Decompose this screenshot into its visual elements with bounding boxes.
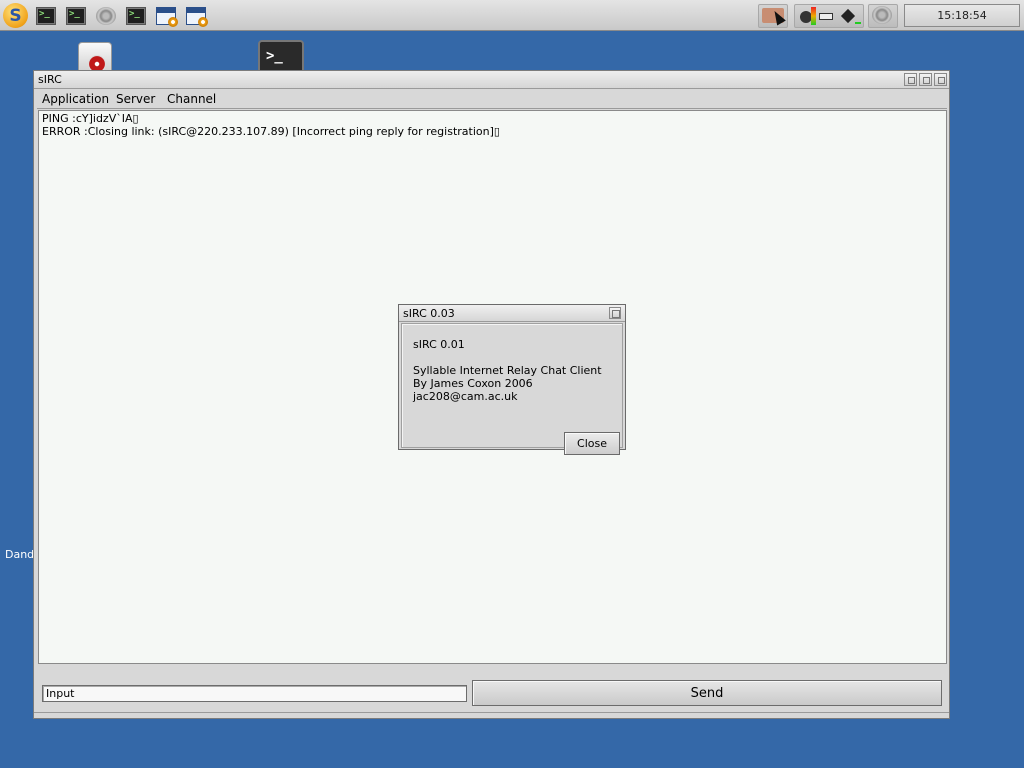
- output-line: PING :cY]idzV`IA▯: [42, 112, 139, 125]
- taskbar: S 15:18:54: [0, 0, 1024, 31]
- window-title: sIRC: [38, 73, 62, 86]
- terminal-desktop-icon[interactable]: >_: [258, 40, 304, 74]
- dialog-titlebar[interactable]: sIRC 0.03: [399, 305, 625, 322]
- window-bottom-border: [34, 712, 949, 718]
- close-button[interactable]: Close: [564, 432, 620, 455]
- syllable-menu-icon[interactable]: S: [3, 3, 28, 28]
- dialog-body: sIRC 0.01 Syllable Internet Relay Chat C…: [401, 323, 623, 455]
- window-titlebar[interactable]: sIRC: [34, 71, 949, 89]
- output-line: ERROR :Closing link: (sIRC@220.233.107.8…: [42, 125, 500, 138]
- description-text: Syllable Internet Relay Chat Client: [413, 364, 602, 377]
- preferences-launcher-icon[interactable]: [185, 5, 208, 27]
- maximize-button[interactable]: [919, 73, 932, 86]
- menu-server[interactable]: Server: [113, 91, 158, 107]
- depth-button[interactable]: [904, 73, 917, 86]
- author-text: By James Coxon 2006: [413, 377, 533, 390]
- send-button[interactable]: Send: [472, 680, 942, 706]
- dialog-title: sIRC 0.03: [403, 307, 455, 320]
- email-text: jac208@cam.ac.uk: [413, 390, 518, 403]
- version-text: sIRC 0.01: [413, 338, 465, 351]
- terminal-launcher-icon[interactable]: [35, 5, 57, 27]
- terminal-launcher-icon[interactable]: [65, 5, 87, 27]
- clock: 15:18:54: [904, 4, 1020, 27]
- system-monitor-icon[interactable]: [800, 7, 861, 25]
- menu-channel[interactable]: Channel: [164, 91, 219, 107]
- speaker-launcher-icon[interactable]: [95, 5, 117, 27]
- preferences-launcher-icon[interactable]: [155, 5, 178, 27]
- desktop-icon-label[interactable]: Dand: [5, 548, 34, 561]
- message-input[interactable]: [42, 685, 467, 702]
- menubar: Application Server Channel: [37, 90, 947, 109]
- dialog-close-icon[interactable]: [609, 307, 621, 319]
- volume-icon[interactable]: [872, 6, 892, 24]
- terminal-launcher-icon[interactable]: [125, 5, 147, 27]
- close-window-button[interactable]: [934, 73, 947, 86]
- about-dialog: sIRC 0.03 sIRC 0.01 Syllable Internet Re…: [398, 304, 626, 455]
- menu-application[interactable]: Application: [39, 91, 112, 107]
